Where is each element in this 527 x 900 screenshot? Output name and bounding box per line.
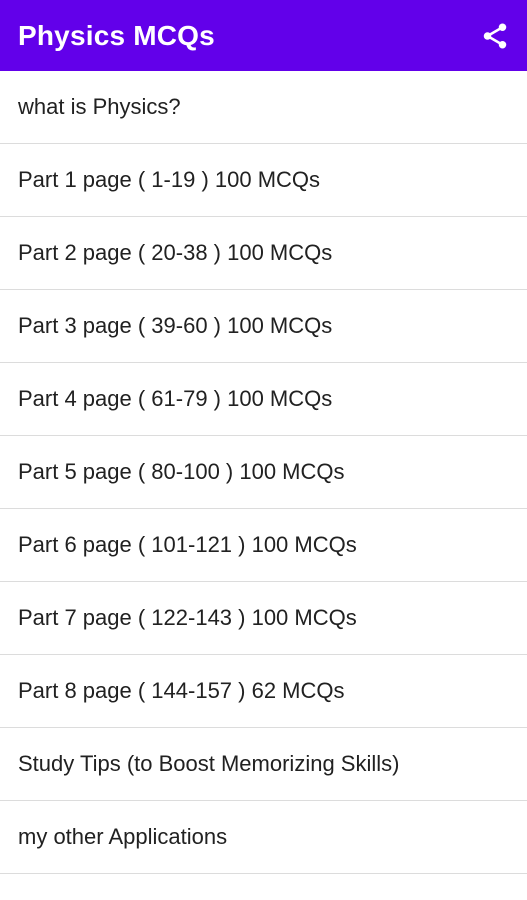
list-item-part-1[interactable]: Part 1 page ( 1-19 ) 100 MCQs — [0, 144, 527, 217]
list-item-label: Part 4 page ( 61-79 ) 100 MCQs — [18, 386, 333, 411]
list-item-label: Part 8 page ( 144-157 ) 62 MCQs — [18, 678, 345, 703]
list-item-part-3[interactable]: Part 3 page ( 39-60 ) 100 MCQs — [0, 290, 527, 363]
list-item-part-4[interactable]: Part 4 page ( 61-79 ) 100 MCQs — [0, 363, 527, 436]
list-item-label: Part 1 page ( 1-19 ) 100 MCQs — [18, 167, 321, 192]
list-item-what-is-physics[interactable]: what is Physics? — [0, 71, 527, 144]
list-item-part-8[interactable]: Part 8 page ( 144-157 ) 62 MCQs — [0, 655, 527, 728]
list-item-label: Part 2 page ( 20-38 ) 100 MCQs — [18, 240, 333, 265]
list-item-part-5[interactable]: Part 5 page ( 80-100 ) 100 MCQs — [0, 436, 527, 509]
list-item-label: Part 3 page ( 39-60 ) 100 MCQs — [18, 313, 333, 338]
share-icon — [483, 23, 507, 48]
app-title: Physics MCQs — [18, 19, 215, 51]
app-bar: Physics MCQs — [0, 0, 527, 71]
list-item-other-applications[interactable]: my other Applications — [0, 801, 527, 874]
list-item-study-tips[interactable]: Study Tips (to Boost Memorizing Skills) — [0, 728, 527, 801]
list-item-label: my other Applications — [18, 824, 228, 849]
list-item-label: Part 6 page ( 101-121 ) 100 MCQs — [18, 532, 357, 557]
list-item-part-6[interactable]: Part 6 page ( 101-121 ) 100 MCQs — [0, 509, 527, 582]
list-item-label: what is Physics? — [18, 94, 181, 119]
menu-list: what is Physics? Part 1 page ( 1-19 ) 10… — [0, 71, 527, 874]
share-button[interactable] — [477, 18, 513, 54]
list-item-part-2[interactable]: Part 2 page ( 20-38 ) 100 MCQs — [0, 217, 527, 290]
list-item-part-7[interactable]: Part 7 page ( 122-143 ) 100 MCQs — [0, 582, 527, 655]
list-item-label: Part 7 page ( 122-143 ) 100 MCQs — [18, 605, 357, 630]
list-item-label: Study Tips (to Boost Memorizing Skills) — [18, 751, 400, 776]
list-item-label: Part 5 page ( 80-100 ) 100 MCQs — [18, 459, 345, 484]
